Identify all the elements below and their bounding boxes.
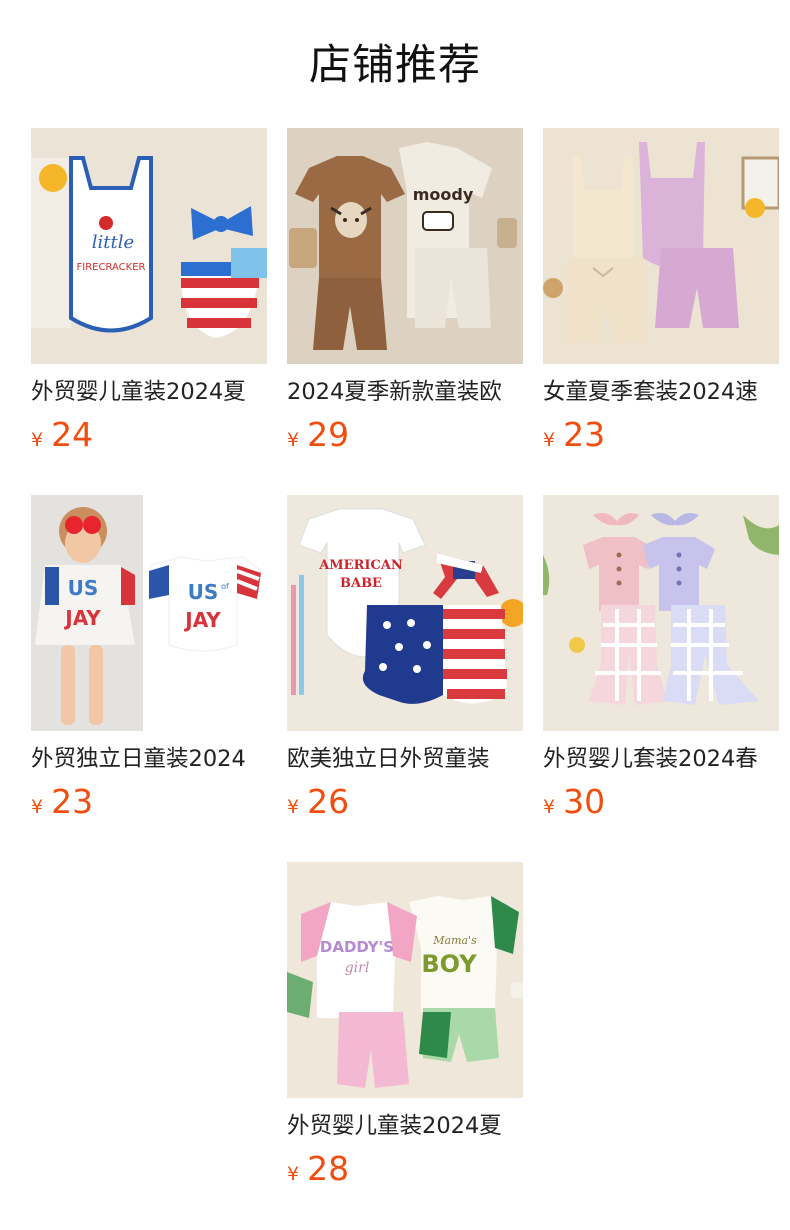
product-name[interactable]: 女童夏季套装2024速	[543, 377, 779, 407]
currency-symbol: ¥	[31, 796, 44, 818]
product-image[interactable]: moody	[287, 128, 523, 364]
product-photo: US JAY US of JAY	[31, 495, 267, 731]
currency-symbol: ¥	[543, 796, 556, 818]
product-image[interactable]: US JAY US of JAY	[31, 495, 267, 731]
product-photo	[543, 495, 779, 731]
product-photo: moody	[287, 128, 523, 364]
svg-text:little: little	[92, 232, 134, 253]
product-name[interactable]: 外贸婴儿套装2024春	[543, 744, 779, 774]
product-photo	[543, 128, 779, 364]
product-price: ¥23	[31, 782, 267, 822]
product-card[interactable]: 外贸婴儿套装2024春 ¥30	[543, 495, 779, 822]
product-card[interactable]: AMERICAN BABE 欧美独立日外贸童装 ¥26	[287, 495, 523, 822]
product-image[interactable]: little FIRECRACKER	[31, 128, 267, 364]
price-amount: 24	[51, 415, 94, 454]
currency-symbol: ¥	[287, 796, 300, 818]
product-name[interactable]: 外贸婴儿童装2024夏	[287, 1111, 523, 1141]
product-photo: Mama's BOY DADDY'S girl	[287, 862, 523, 1098]
svg-text:JAY: JAY	[183, 608, 221, 632]
product-photo: AMERICAN BABE	[287, 495, 523, 731]
price-amount: 28	[307, 1149, 350, 1188]
product-name[interactable]: 欧美独立日外贸童装	[287, 744, 523, 774]
product-image[interactable]	[543, 128, 779, 364]
product-price: ¥29	[287, 415, 523, 455]
product-card[interactable]: US JAY US of JAY 外贸独立日童装2024 ¥23	[31, 495, 267, 822]
product-card[interactable]: little FIRECRACKER 外贸婴儿童装2024夏 ¥24	[31, 128, 267, 455]
price-amount: 23	[51, 782, 94, 821]
price-amount: 30	[563, 782, 606, 821]
svg-text:JAY: JAY	[63, 606, 101, 630]
section-title: 店铺推荐	[308, 40, 481, 89]
price-amount: 26	[307, 782, 350, 821]
svg-text:US: US	[188, 580, 219, 604]
currency-symbol: ¥	[31, 429, 44, 451]
currency-symbol: ¥	[287, 1163, 300, 1185]
price-amount: 23	[563, 415, 606, 454]
product-image[interactable]	[543, 495, 779, 731]
product-name[interactable]: 外贸婴儿童装2024夏	[31, 377, 267, 407]
product-price: ¥23	[543, 415, 779, 455]
svg-text:Mama's: Mama's	[432, 934, 477, 947]
svg-text:BABE: BABE	[340, 576, 382, 591]
svg-text:girl: girl	[345, 960, 370, 976]
product-card[interactable]: Mama's BOY DADDY'S girl 外贸婴儿童装2024夏 ¥28	[287, 862, 523, 1189]
currency-symbol: ¥	[543, 429, 556, 451]
product-image[interactable]: Mama's BOY DADDY'S girl	[287, 862, 523, 1098]
product-card[interactable]: moody 2024夏季新款童装欧 ¥29	[287, 128, 523, 455]
product-price: ¥28	[287, 1149, 523, 1189]
svg-text:of: of	[221, 582, 229, 591]
product-name[interactable]: 2024夏季新款童装欧	[287, 377, 523, 407]
product-name[interactable]: 外贸独立日童装2024	[31, 744, 267, 774]
svg-text:AMERICAN: AMERICAN	[318, 558, 403, 573]
svg-text:US: US	[68, 576, 99, 600]
product-price: ¥26	[287, 782, 523, 822]
svg-text:FIRECRACKER: FIRECRACKER	[77, 262, 146, 273]
product-card[interactable]: 女童夏季套装2024速 ¥23	[543, 128, 779, 455]
svg-text:BOY: BOY	[421, 950, 477, 978]
product-price: ¥24	[31, 415, 267, 455]
product-image[interactable]: AMERICAN BABE	[287, 495, 523, 731]
svg-text:moody: moody	[413, 185, 474, 204]
currency-symbol: ¥	[287, 429, 300, 451]
product-photo: little FIRECRACKER	[31, 128, 267, 364]
price-amount: 29	[307, 415, 350, 454]
svg-text:DADDY'S: DADDY'S	[320, 938, 394, 956]
product-price: ¥30	[543, 782, 779, 822]
